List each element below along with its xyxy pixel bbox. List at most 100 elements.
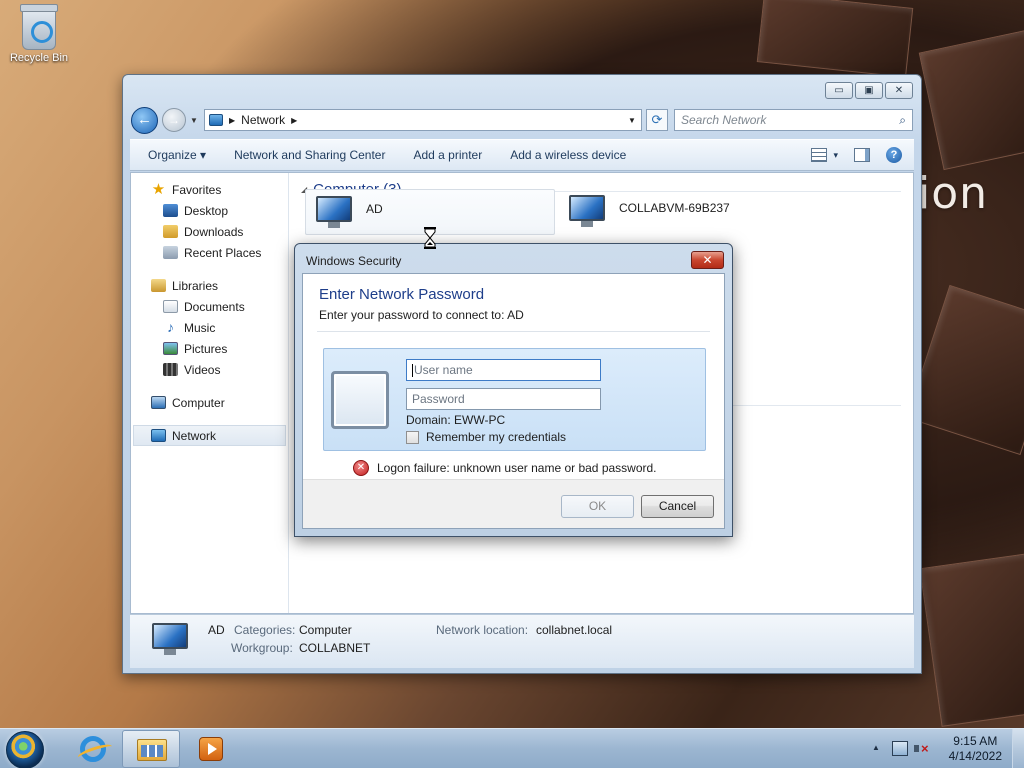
nav-item-label: Videos [184, 362, 221, 377]
media-player-icon [199, 737, 223, 761]
computer-tile-collabvm[interactable]: COLLABVM-69B237 [559, 189, 809, 235]
hourglass-cursor-icon [424, 227, 436, 249]
nav-item-label: Documents [184, 299, 245, 314]
organize-button[interactable]: Organize ▾ [140, 144, 214, 166]
command-bar: Organize ▾ Network and Sharing Center Ad… [130, 139, 914, 171]
nav-item-label: Downloads [184, 224, 244, 239]
back-button[interactable]: ← [131, 106, 158, 134]
preview-pane-icon[interactable] [854, 148, 870, 162]
nav-item-label: Music [184, 320, 216, 335]
refresh-button[interactable]: ⟳ [646, 109, 668, 131]
dialog-footer: OK Cancel [303, 479, 724, 528]
favorites-group: ★ Favorites Desktop Downloads Recent Pla… [131, 179, 288, 263]
navigation-pane: ★ Favorites Desktop Downloads Recent Pla… [131, 173, 289, 613]
show-hidden-icons-button[interactable]: ▲ [872, 743, 880, 752]
windows-security-dialog: Windows Security ✕ Enter Network Passwor… [294, 243, 733, 537]
breadcrumb-network[interactable]: Network [241, 113, 285, 127]
minimize-button[interactable]: ▭ [825, 82, 853, 99]
maximize-button[interactable]: ▣ [855, 82, 883, 99]
network-icon [151, 429, 166, 442]
username-placeholder: User name [414, 363, 473, 377]
help-icon[interactable]: ? [886, 147, 902, 163]
breadcrumb-separator-icon: ▶ [229, 115, 236, 125]
recycle-bin-desktop-icon[interactable]: Recycle Bin [6, 4, 72, 64]
wallpaper-chunk [906, 284, 1024, 456]
dialog-subheading: Enter your password to connect to: AD [319, 308, 524, 322]
nav-item-documents[interactable]: Documents [131, 296, 288, 317]
windows-explorer-icon [137, 739, 167, 761]
command-bar-right: ▾ ? [811, 147, 914, 163]
search-input[interactable]: Search Network ⌕ [674, 109, 913, 131]
taskbar-media-player[interactable] [180, 730, 238, 768]
nav-item-music[interactable]: ♪ Music [131, 317, 288, 338]
close-button[interactable]: ✕ [885, 82, 913, 99]
wallpaper-text: ion [918, 168, 989, 219]
dialog-heading: Enter Network Password [319, 286, 485, 303]
nav-item-label: Pictures [184, 341, 228, 356]
internet-explorer-icon [80, 736, 106, 762]
nav-item-desktop[interactable]: Desktop [131, 200, 288, 221]
forward-button[interactable]: → [162, 108, 186, 132]
clock-time: 9:15 AM [953, 734, 998, 748]
nav-item-label: Desktop [184, 203, 229, 218]
nav-item-label: Network [172, 428, 217, 443]
dialog-close-button[interactable]: ✕ [691, 251, 724, 269]
checkbox-box[interactable] [406, 430, 419, 444]
password-placeholder: Password [412, 392, 465, 406]
wallpaper-chunk [918, 29, 1024, 171]
taskbar-internet-explorer[interactable] [64, 730, 122, 768]
desktop-icon [163, 204, 178, 217]
add-printer-button[interactable]: Add a printer [405, 144, 490, 166]
network-icon [209, 114, 223, 126]
categories-value: Computer [299, 623, 352, 637]
computer-icon [148, 623, 192, 657]
nav-item-downloads[interactable]: Downloads [131, 221, 288, 242]
computer-name: AD [366, 202, 383, 216]
nav-item-pictures[interactable]: Pictures [131, 338, 288, 359]
dialog-title: Windows Security [306, 254, 402, 268]
username-input[interactable]: User name [406, 359, 601, 381]
nav-item-favorites[interactable]: ★ Favorites [131, 179, 288, 200]
credential-tile: User name Password Domain: EWW-PC Rememb… [323, 348, 706, 451]
remember-credentials-checkbox[interactable]: Remember my credentials [406, 430, 566, 444]
details-name: AD [208, 623, 225, 637]
workgroup-value: COLLABNET [299, 641, 371, 655]
cancel-button[interactable]: Cancel [641, 495, 714, 518]
network-tray-icon[interactable] [892, 741, 908, 756]
network-group: Network [131, 425, 288, 446]
computer-icon [151, 396, 166, 409]
network-sharing-center-button[interactable]: Network and Sharing Center [226, 144, 393, 166]
recent-pages-dropdown[interactable]: ▼ [190, 116, 200, 125]
libraries-icon [151, 279, 166, 292]
volume-muted-icon[interactable] [914, 741, 930, 756]
details-pane: AD Categories: Computer Workgroup: COLLA… [130, 614, 914, 668]
change-view-button[interactable]: ▾ [811, 148, 838, 162]
taskbar-windows-explorer[interactable] [122, 730, 180, 768]
error-message: ✕ Logon failure: unknown user name or ba… [353, 460, 657, 476]
computer-name: COLLABVM-69B237 [619, 201, 730, 215]
remember-credentials-label: Remember my credentials [426, 430, 567, 444]
breadcrumb-separator-icon: ▶ [291, 115, 298, 125]
nav-item-network[interactable]: Network [133, 425, 286, 446]
add-wireless-device-button[interactable]: Add a wireless device [502, 144, 634, 166]
clock-date: 4/14/2022 [948, 749, 1002, 763]
categories-label: Categories: [234, 623, 296, 637]
domain-label: Domain: EWW-PC [406, 413, 506, 427]
clock[interactable]: 9:15 AM 4/14/2022 [949, 734, 1002, 764]
start-button[interactable] [6, 731, 44, 768]
wallpaper-chunk [756, 0, 914, 78]
network-location-label: Network location: [436, 623, 529, 637]
ok-button[interactable]: OK [561, 495, 634, 518]
view-icon [811, 148, 828, 162]
nav-item-recent-places[interactable]: Recent Places [131, 242, 288, 263]
dialog-body: Enter Network Password Enter your passwo… [302, 273, 725, 529]
show-desktop-button[interactable] [1012, 729, 1024, 768]
downloads-icon [163, 225, 178, 238]
address-dropdown-icon[interactable]: ▼ [623, 116, 641, 125]
nav-item-libraries[interactable]: Libraries [131, 275, 288, 296]
password-input[interactable]: Password [406, 388, 601, 410]
address-bar[interactable]: ▶ Network ▶ ▼ [204, 109, 642, 131]
nav-item-videos[interactable]: Videos [131, 359, 288, 380]
nav-item-computer[interactable]: Computer [131, 392, 288, 413]
network-location-value: collabnet.local [536, 623, 613, 637]
